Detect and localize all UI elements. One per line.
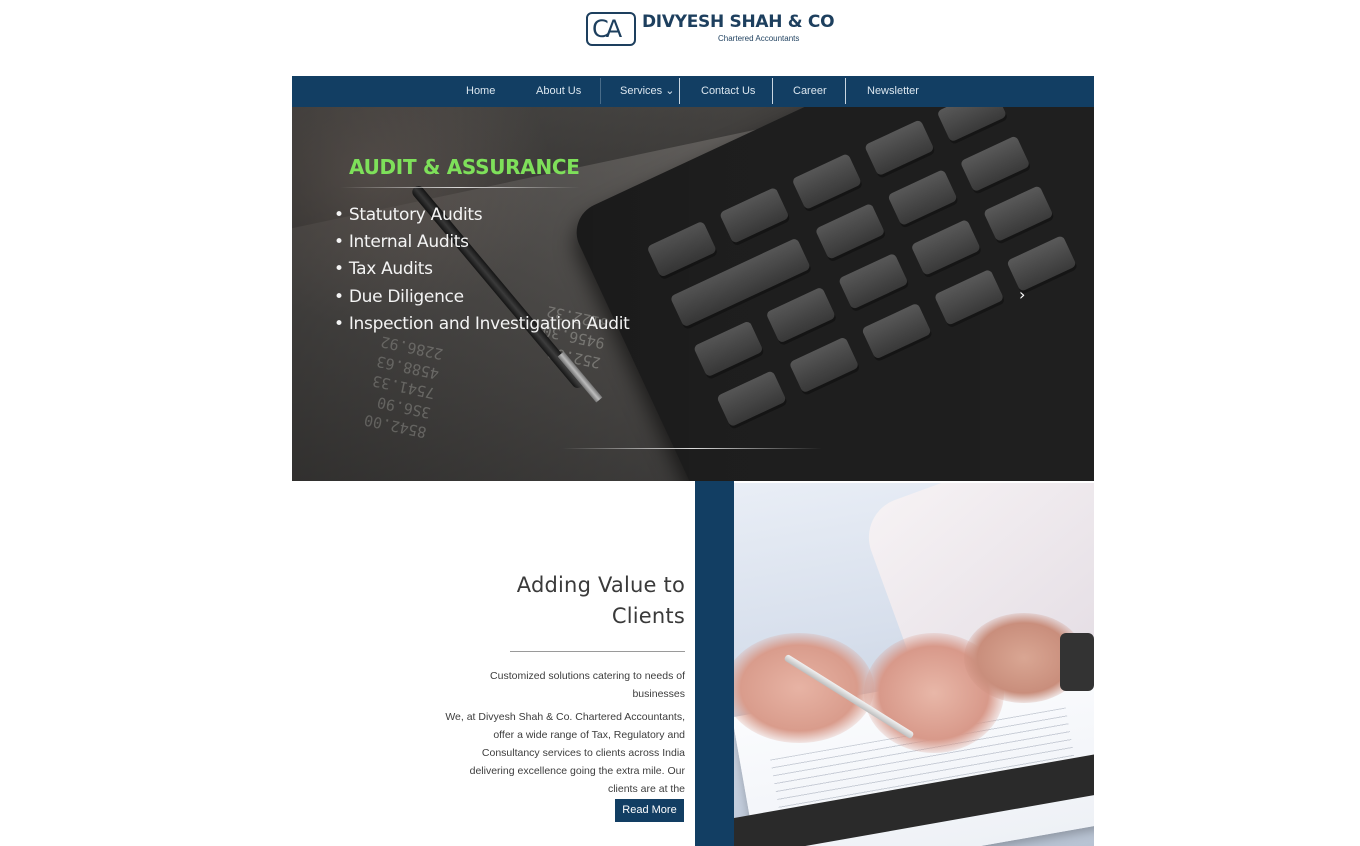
- about-body-text: We, at Divyesh Shah & Co. Chartered Acco…: [445, 711, 685, 795]
- nav-divider: [679, 78, 680, 104]
- read-more-button[interactable]: Read More: [615, 799, 684, 822]
- nav-divider: [772, 78, 773, 104]
- hero-title-underline: [340, 187, 580, 188]
- chevron-right-icon[interactable]: ›: [1019, 285, 1025, 304]
- ca-logo-icon: CA: [586, 12, 636, 46]
- hero-list-item: • Due Diligence: [334, 286, 464, 307]
- nav-item-services[interactable]: Services ⌄: [620, 76, 674, 107]
- hero-title: AUDIT & ASSURANCE: [349, 155, 580, 179]
- hero-list-item: • Tax Audits: [334, 259, 433, 280]
- main-nav: Home About Us Services ⌄ Contact Us Care…: [292, 76, 1094, 107]
- brand-subtitle: Chartered Accountants: [718, 34, 800, 43]
- nav-item-home[interactable]: Home: [466, 76, 495, 107]
- about-title: Adding Value to Clients: [516, 573, 685, 628]
- slider-progress-bar: [562, 448, 822, 449]
- hero-list-item: • Internal Audits: [334, 232, 469, 253]
- nav-item-about-us[interactable]: About Us: [536, 76, 581, 107]
- nav-item-newsletter[interactable]: Newsletter: [867, 76, 919, 107]
- hero-service-list: • Statutory Audits • Internal Audits • T…: [334, 202, 630, 338]
- nav-divider: [600, 78, 601, 104]
- nav-item-career[interactable]: Career: [793, 76, 827, 107]
- hero-list-item: • Inspection and Investigation Audit: [334, 313, 630, 334]
- nav-item-contact-us[interactable]: Contact Us: [701, 76, 755, 107]
- brand-name: DIVYESH SHAH & CO: [642, 12, 835, 32]
- business-meeting-photo: [734, 483, 1094, 846]
- section-accent-bar: [695, 481, 734, 846]
- about-tagline: Customized solutions catering to needs o…: [490, 670, 685, 700]
- brand-logo[interactable]: CA DIVYESH SHAH & CO Chartered Accountan…: [586, 10, 835, 50]
- nav-divider: [845, 78, 846, 104]
- about-divider: [510, 651, 685, 652]
- hero-list-item: • Statutory Audits: [334, 205, 483, 225]
- hero-slider: 8542.00 3S6.90 7541.33 4588.63 2286.92 2…: [292, 107, 1094, 481]
